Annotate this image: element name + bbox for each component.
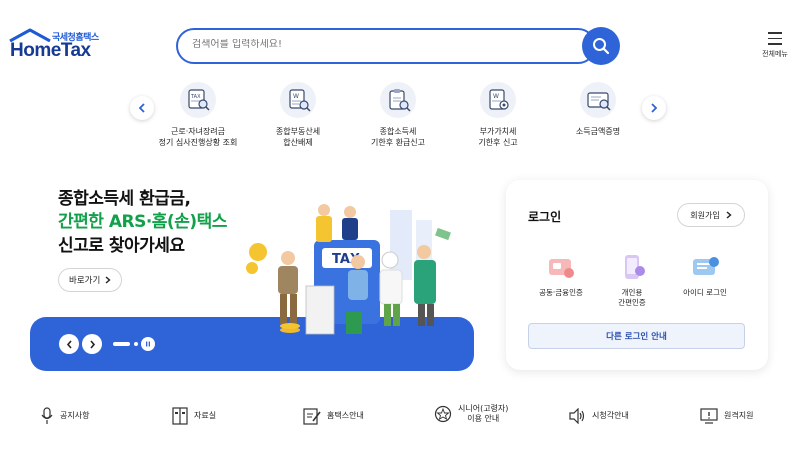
- senior-badge-icon: [434, 405, 452, 423]
- income-tax-clipboard-icon: [380, 82, 416, 118]
- quick-menu-item-income-tax-refund[interactable]: 종합소득세 기한후 환급신고: [343, 82, 453, 148]
- banner-headline-3: 신고로 찾아가세요: [58, 236, 185, 256]
- login-option-simple-auth[interactable]: 개인용 간편인증: [597, 252, 667, 308]
- search-box: [176, 28, 596, 64]
- all-menu-button[interactable]: 전체메뉴: [760, 32, 790, 59]
- quick-menu-label: 근로·자녀장려금 정기 심사진행상황 조회: [158, 127, 238, 147]
- bottom-link-senior-guide[interactable]: 시니어(고령자) 이용 안내: [434, 404, 508, 424]
- svg-text:W: W: [493, 93, 499, 100]
- speaker-icon: [569, 408, 585, 424]
- vat-document-icon: W: [480, 82, 516, 118]
- chevron-right-icon: [105, 276, 111, 284]
- login-option-id-login[interactable]: 아이디 로그인: [670, 252, 740, 298]
- bottom-link-label: 공지사항: [60, 411, 90, 420]
- id-login-icon: [689, 252, 721, 282]
- chevron-left-icon: [66, 339, 72, 349]
- quick-menu-label: 종합부동산세 합산배제: [275, 127, 321, 147]
- chevron-right-icon: [89, 339, 95, 349]
- login-title: 로그인: [528, 210, 562, 224]
- remote-support-icon: [700, 408, 718, 424]
- banner-headline-1: 종합소득세 환급금,: [58, 189, 191, 209]
- svg-text:TAX: TAX: [190, 94, 201, 100]
- bottom-link-hometax-guide[interactable]: 홈택스안내: [303, 406, 364, 426]
- login-option-label: 공동·금융인증: [539, 288, 583, 297]
- quick-menu-item-vat-late-filing[interactable]: W 부가가치세 기한후 신고: [443, 82, 553, 148]
- chevron-right-icon: [726, 211, 732, 219]
- search-input[interactable]: [192, 39, 572, 50]
- quick-menu-label: 종합소득세 기한후 환급신고: [370, 127, 426, 147]
- certificate-card-icon: [545, 252, 577, 282]
- bottom-link-label: 시니어(고령자) 이용 안내: [458, 404, 509, 423]
- svg-text:W: W: [293, 93, 299, 100]
- search-button[interactable]: [582, 27, 620, 65]
- pause-icon: [146, 341, 150, 347]
- mobile-auth-icon: [616, 252, 648, 282]
- search-icon: [593, 38, 610, 55]
- banner-pagination-dot[interactable]: [134, 342, 138, 346]
- banner-headline-2: 간편한 ARS·홈(손)택스: [58, 212, 227, 232]
- tax-document-search-icon: TAX: [180, 82, 216, 118]
- login-option-certificate[interactable]: 공동·금융인증: [526, 252, 596, 298]
- other-login-guide-button[interactable]: 다른 로그인 안내: [528, 323, 745, 349]
- microphone-icon: [41, 407, 53, 424]
- banner-next-button[interactable]: [82, 334, 102, 354]
- login-option-label: 개인용 간편인증: [618, 288, 646, 307]
- guide-edit-icon: [303, 408, 321, 425]
- bottom-link-label: 자료실: [194, 411, 217, 420]
- hamburger-icon: [768, 32, 782, 45]
- bottom-link-notice[interactable]: 공지사항: [40, 406, 89, 426]
- logo-title: HomeTax: [10, 40, 91, 61]
- all-menu-label: 전체메뉴: [762, 49, 788, 58]
- hometax-logo[interactable]: 국세청홈택스 HomeTax: [8, 28, 108, 62]
- join-label: 회원가입: [690, 210, 720, 220]
- bottom-link-label: 원격지원: [724, 411, 754, 420]
- join-button[interactable]: 회원가입: [677, 203, 745, 227]
- bottom-link-archive[interactable]: 자료실: [172, 406, 216, 426]
- banner-more-label: 바로가기: [69, 276, 101, 286]
- bottom-link-label: 시청각안내: [592, 411, 629, 420]
- bottom-link-audiovisual[interactable]: 시청각안내: [568, 406, 629, 426]
- quick-menu-item-income-certificate[interactable]: 소득금액증명: [543, 82, 653, 137]
- income-certificate-icon: [580, 82, 616, 118]
- banner-prev-button[interactable]: [59, 334, 79, 354]
- quick-menu-item-property-tax-exclusion[interactable]: W 종합부동산세 합산배제: [243, 82, 353, 148]
- login-option-label: 아이디 로그인: [683, 288, 727, 297]
- quick-menu-label: 소득금액증명: [575, 127, 621, 136]
- quick-menu-label: 부가가치세 기한후 신고: [478, 127, 518, 147]
- quick-menu-item-earned-income-credit[interactable]: TAX 근로·자녀장려금 정기 심사진행상황 조회: [143, 82, 253, 148]
- property-tax-document-icon: W: [280, 82, 316, 118]
- banner-pause-button[interactable]: [141, 337, 155, 351]
- banner-illustration: TAX: [246, 204, 451, 335]
- bottom-link-remote-support[interactable]: 원격지원: [700, 406, 753, 426]
- banner-pagination-dot-active[interactable]: [113, 342, 130, 346]
- banner-more-button[interactable]: 바로가기: [58, 268, 123, 292]
- bottom-link-label: 홈택스안내: [327, 411, 364, 420]
- archive-icon: [172, 407, 188, 425]
